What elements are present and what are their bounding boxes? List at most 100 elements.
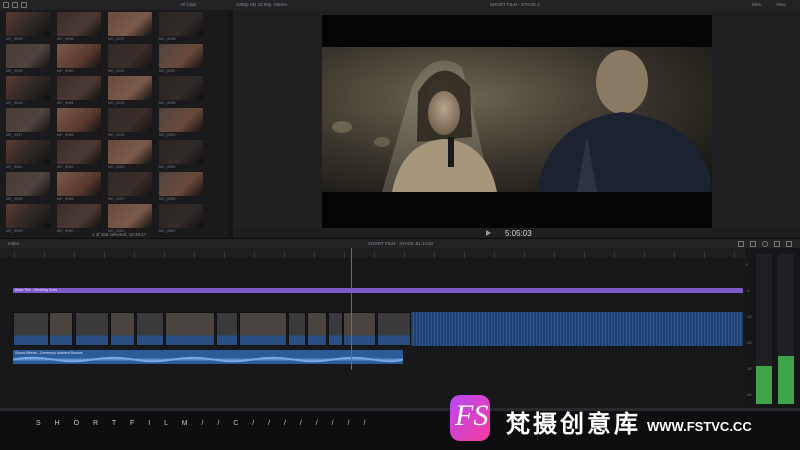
clip-name: MC_0038: [159, 37, 176, 41]
clip-name: MC_0042: [159, 69, 176, 73]
clip-thumbnail[interactable]: [159, 12, 203, 36]
effects-browser-icon[interactable]: [774, 241, 780, 247]
clip-thumbnail[interactable]: [57, 172, 101, 196]
video-clip[interactable]: [136, 312, 164, 346]
clip-thumbnail[interactable]: [159, 76, 203, 100]
video-clip[interactable]: [239, 312, 287, 346]
video-frame: [322, 47, 712, 192]
clip-thumbnail[interactable]: [57, 12, 101, 36]
clip-thumbnail[interactable]: [6, 108, 50, 132]
clip-name: MC_0052: [57, 165, 74, 169]
clip-thumbnail[interactable]: [57, 108, 101, 132]
video-clip[interactable]: [288, 312, 306, 346]
video-clip[interactable]: [216, 312, 238, 346]
timeline-ruler[interactable]: [0, 248, 745, 258]
audio-meter-icon[interactable]: [750, 241, 756, 247]
photos-icon[interactable]: [12, 2, 18, 8]
clip-thumbnail[interactable]: [159, 108, 203, 132]
titles-icon[interactable]: [21, 2, 27, 8]
play-icon[interactable]: [486, 230, 491, 236]
clip-name: MC_0057: [108, 197, 125, 201]
clip-thumbnail[interactable]: [108, 12, 152, 36]
clip-thumbnail[interactable]: [159, 204, 203, 228]
scrub-title-text: S H O R T F I L M / / C / / / / / / / /: [36, 420, 372, 427]
browser-status: 1 of 156 selected, 18:38:17: [92, 232, 147, 237]
transitions-icon[interactable]: [786, 241, 792, 247]
clip-appearance-icon[interactable]: [738, 241, 744, 247]
clip-thumbnail[interactable]: [108, 204, 152, 228]
zoom-level[interactable]: 65%: [752, 2, 761, 7]
clip-thumbnail[interactable]: [6, 204, 50, 228]
clip-thumbnail[interactable]: [6, 172, 50, 196]
watermark-logo: FS: [450, 395, 490, 443]
clip-name: MC_0051: [6, 165, 23, 169]
library-icon[interactable]: [3, 2, 9, 8]
video-clip[interactable]: [328, 312, 343, 346]
timeline-tracks[interactable]: Basic Title - Wedding Vows Sound Effects…: [0, 248, 745, 408]
clip-name: MC_0049: [108, 133, 125, 137]
clip-name: MC_0056: [57, 197, 74, 201]
audio-meters: 0 -6 -12 -20 -30 -50: [745, 248, 800, 408]
clip-name: MC_0058: [159, 197, 176, 201]
meter-scale-label: -6: [746, 288, 750, 293]
playhead[interactable]: [351, 248, 352, 370]
clip-thumbnail[interactable]: [108, 76, 152, 100]
viewer-format: 1080p HD 23.98p, Stereo: [236, 2, 288, 7]
meter-scale-label: -50: [746, 392, 752, 397]
watermark-site-url: WWW.FSTVC.CC: [647, 419, 752, 434]
title-clip-label: Basic Title - Wedding Vows: [15, 288, 58, 292]
clip-thumbnail[interactable]: [108, 140, 152, 164]
video-clip[interactable]: [377, 312, 411, 346]
snapping-icon[interactable]: [762, 241, 768, 247]
clip-thumbnail[interactable]: [108, 108, 152, 132]
watermark-site-cn: 梵摄创意库: [506, 410, 641, 438]
video-clip[interactable]: [13, 312, 49, 346]
video-clip[interactable]: [110, 312, 135, 346]
scrubber-track[interactable]: [0, 408, 800, 411]
title-clip[interactable]: Basic Title - Wedding Vows: [13, 288, 743, 293]
clip-name: MC_0060: [57, 229, 74, 233]
watermark-logo-text: FS: [455, 399, 489, 432]
clip-thumbnail[interactable]: [6, 12, 50, 36]
clip-thumbnail[interactable]: [6, 140, 50, 164]
clip-thumbnail[interactable]: [57, 204, 101, 228]
clip-name: MC_0044: [57, 101, 74, 105]
clip-name: MC_0053: [108, 165, 125, 169]
clip-name: MC_0041: [108, 69, 125, 73]
clip-name: MC_0050: [159, 133, 176, 137]
clip-thumbnail[interactable]: [57, 44, 101, 68]
video-clip[interactable]: [307, 312, 327, 346]
clip-name: MC_0035: [6, 37, 23, 41]
clip-thumbnail[interactable]: [108, 172, 152, 196]
clip-name: MC_0037: [108, 37, 125, 41]
clip-name: MC_0054: [159, 165, 176, 169]
clip-thumbnail[interactable]: [108, 44, 152, 68]
clip-name: MC_0047: [6, 133, 23, 137]
viewer-timecode: 5:05:03: [505, 229, 532, 238]
clip-thumbnail[interactable]: [6, 76, 50, 100]
view-menu[interactable]: View: [776, 2, 786, 7]
timeline-title: SHORT FILM - STAGE 4: [368, 241, 418, 246]
clip-thumbnail[interactable]: [159, 44, 203, 68]
clip-thumbnail[interactable]: [57, 76, 101, 100]
timeline-index-button[interactable]: Index: [8, 241, 19, 246]
video-clip[interactable]: [343, 312, 376, 346]
clip-name: MC_0046: [159, 101, 176, 105]
video-clip[interactable]: [165, 312, 215, 346]
clip-thumbnail[interactable]: [57, 140, 101, 164]
meter-level: [756, 366, 772, 404]
video-clip[interactable]: [49, 312, 73, 346]
clip-name: MC_0048: [57, 133, 74, 137]
clip-name: MC_0040: [57, 69, 74, 73]
audio-clip[interactable]: Sound Effects - Ceremony Ambient Sounds: [13, 350, 403, 364]
clip-thumbnail[interactable]: [159, 172, 203, 196]
audio-waveform-clip[interactable]: [411, 312, 743, 346]
clip-thumbnail[interactable]: [159, 140, 203, 164]
clip-name: MC_0059: [6, 229, 23, 233]
clip-filter[interactable]: All Clips: [180, 2, 196, 7]
viewer-controls: 5:05:03: [233, 228, 800, 238]
clip-name: MC_0062: [159, 229, 176, 233]
clip-thumbnail[interactable]: [6, 44, 50, 68]
clip-name: MC_0055: [6, 197, 23, 201]
video-clip[interactable]: [75, 312, 109, 346]
